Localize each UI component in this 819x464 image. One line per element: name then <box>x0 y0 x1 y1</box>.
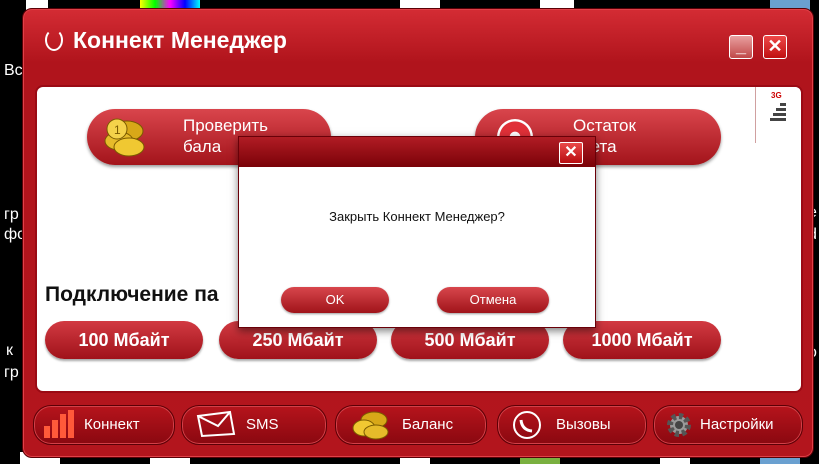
cancel-button[interactable]: Отмена <box>437 287 549 313</box>
app-logo-icon <box>45 29 63 51</box>
nav-calls[interactable]: Вызовы <box>497 405 647 445</box>
nav-connect[interactable]: Коннект <box>33 405 175 445</box>
package-100-button[interactable]: 100 Мбайт <box>45 321 203 359</box>
envelope-icon <box>196 410 236 438</box>
nav-connect-label: Коннект <box>84 416 140 433</box>
gear-icon <box>667 413 691 437</box>
nav-settings-label: Настройки <box>700 416 774 433</box>
desktop-label: гр <box>4 206 19 223</box>
close-button[interactable]: ✕ <box>763 35 787 59</box>
close-confirm-dialog: ✕ Закрыть Коннект Менеджер? OK Отмена <box>238 136 596 328</box>
coins-icon: 1 <box>104 118 145 157</box>
nav-calls-label: Вызовы <box>556 416 611 433</box>
desktop-label: Вс <box>4 62 23 79</box>
nav-settings[interactable]: Настройки <box>653 405 803 445</box>
signal-bars-icon <box>44 410 74 438</box>
signal-bars-icon <box>770 103 786 123</box>
network-status-icon[interactable]: 3G <box>755 87 800 143</box>
minimize-button[interactable]: _ <box>729 35 753 59</box>
ok-button[interactable]: OK <box>281 287 389 313</box>
nav-sms-label: SMS <box>246 416 279 433</box>
nav-balance[interactable]: Баланс <box>335 405 487 445</box>
dialog-message: Закрыть Коннект Менеджер? <box>329 209 505 224</box>
remaining-package-line1: Остаток <box>573 116 636 135</box>
svg-text:1: 1 <box>114 123 121 137</box>
desktop-label: к <box>6 342 13 359</box>
nav-sms[interactable]: SMS <box>181 405 327 445</box>
coins-icon <box>352 411 389 440</box>
dialog-title-bar[interactable]: ✕ <box>239 137 595 167</box>
desktop-label: гр <box>4 364 19 381</box>
bottom-nav: Коннект SMS Баланс Вызовы Настройки <box>31 401 803 449</box>
dialog-close-button[interactable]: ✕ <box>559 142 583 164</box>
window-title: Коннект Менеджер <box>73 27 287 53</box>
nav-balance-label: Баланс <box>402 416 454 433</box>
phone-icon <box>513 411 541 439</box>
packages-title: Подключение па <box>45 283 219 306</box>
title-bar[interactable]: Коннект Менеджер _ ✕ <box>23 9 813 79</box>
check-balance-line1: Проверить <box>183 116 269 135</box>
network-type-badge: 3G <box>771 91 782 100</box>
